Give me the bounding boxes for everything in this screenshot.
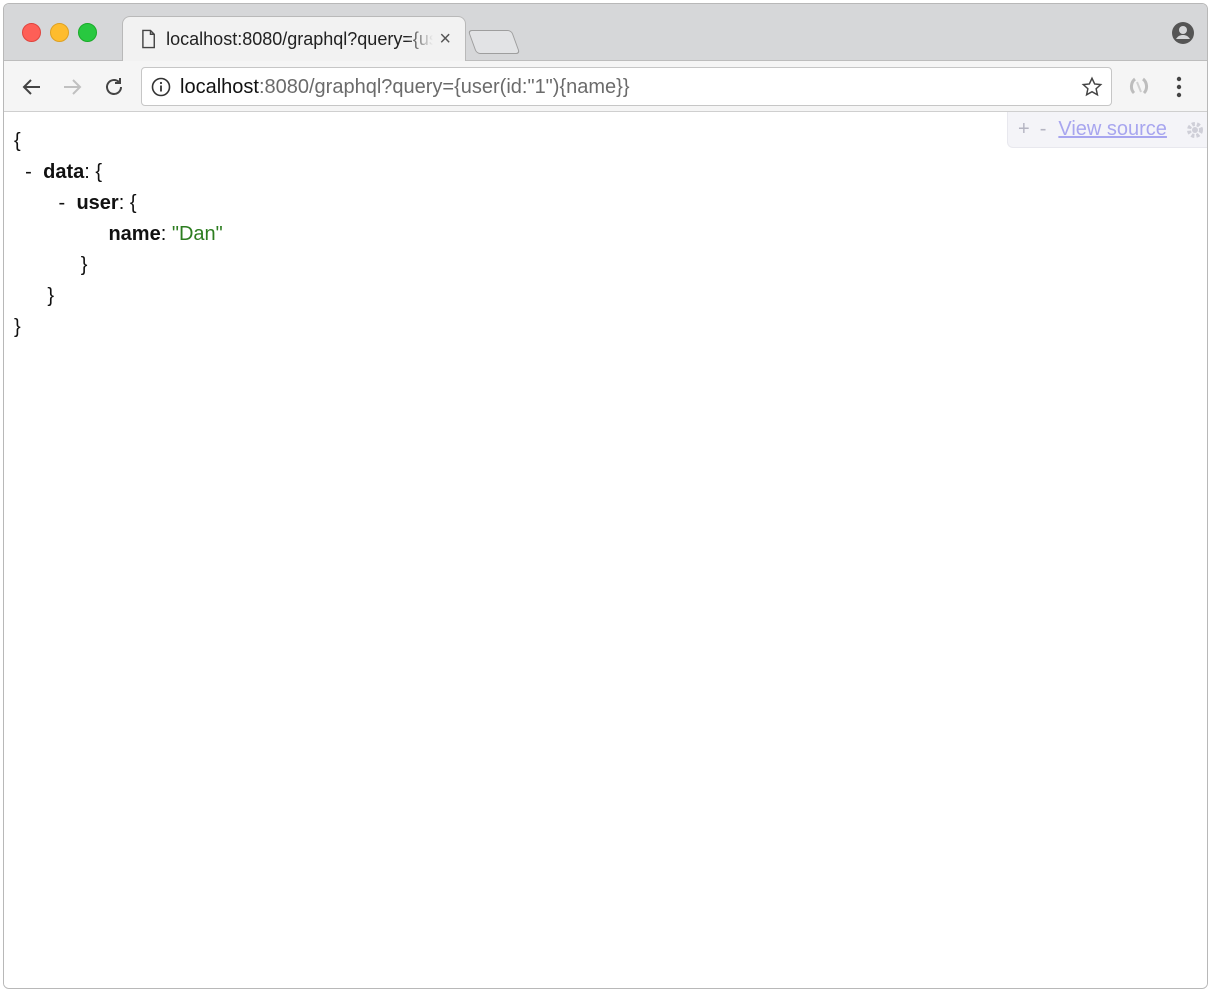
- view-source-link[interactable]: View source: [1058, 118, 1167, 141]
- profile-icon[interactable]: [1171, 21, 1195, 45]
- tab-title: localhost:8080/graphql?query={user(id:"1…: [166, 28, 434, 49]
- json-root-open: {: [14, 130, 21, 152]
- json-root-close: }: [14, 316, 21, 338]
- user-key: user: [76, 192, 119, 214]
- page-icon: [142, 29, 155, 49]
- browser-window: localhost:8080/graphql?query={user(id:"1…: [3, 3, 1208, 989]
- window-minimize-button[interactable]: [50, 23, 69, 42]
- data-key: data: [43, 161, 85, 183]
- reload-icon: [106, 78, 122, 95]
- data-collapse-toggle[interactable]: -: [25, 157, 43, 188]
- name-key: name: [108, 223, 161, 245]
- url-text[interactable]: localhost:8080/graphql?query={user(id:"1…: [180, 76, 630, 99]
- json-user-close: }: [80, 254, 88, 276]
- tab-close-button[interactable]: ×: [439, 28, 451, 50]
- back-arrow-icon: [22, 79, 40, 95]
- json-user-line: - user: {: [14, 188, 223, 219]
- name-value: "Dan": [171, 223, 223, 245]
- browser-toolbar: localhost:8080/graphql?query={user(id:"1…: [4, 61, 1207, 112]
- json-viewer: { - data: { - user: { name: "Dan" } } }: [14, 126, 223, 343]
- url-host: localhost: [180, 76, 259, 98]
- back-button[interactable]: [18, 73, 46, 101]
- tab-active[interactable]: localhost:8080/graphql?query={user(id:"1…: [122, 16, 466, 62]
- reload-button[interactable]: [100, 73, 128, 101]
- window-close-button[interactable]: [22, 23, 41, 42]
- extension-icon[interactable]: [1126, 74, 1152, 100]
- expand-all-button[interactable]: +: [1018, 118, 1030, 141]
- forward-arrow-icon: [64, 79, 82, 95]
- forward-button[interactable]: [58, 73, 86, 101]
- json-name-line: name: "Dan": [108, 223, 223, 245]
- collapse-all-button[interactable]: -: [1040, 118, 1047, 141]
- info-icon[interactable]: [151, 77, 171, 97]
- json-viewer-toolbar: + - View source: [1007, 112, 1207, 148]
- url-path: :8080/graphql?query={user(id:"1"){name}}: [258, 76, 630, 98]
- window-maximize-button[interactable]: [78, 23, 97, 42]
- star-icon[interactable]: [1081, 76, 1103, 98]
- user-collapse-toggle[interactable]: -: [58, 188, 76, 219]
- new-tab-button[interactable]: [467, 30, 521, 54]
- window-controls: [22, 23, 97, 42]
- gear-icon[interactable]: [1185, 120, 1205, 140]
- json-data-close: }: [47, 285, 55, 307]
- address-bar[interactable]: localhost:8080/graphql?query={user(id:"1…: [141, 67, 1112, 106]
- page-content: { - data: { - user: { name: "Dan" } } } + …: [4, 112, 1207, 988]
- tab-strip: localhost:8080/graphql?query={user(id:"1…: [4, 4, 1207, 62]
- json-data-line: - data: {: [14, 157, 223, 188]
- menu-icon[interactable]: [1172, 74, 1186, 100]
